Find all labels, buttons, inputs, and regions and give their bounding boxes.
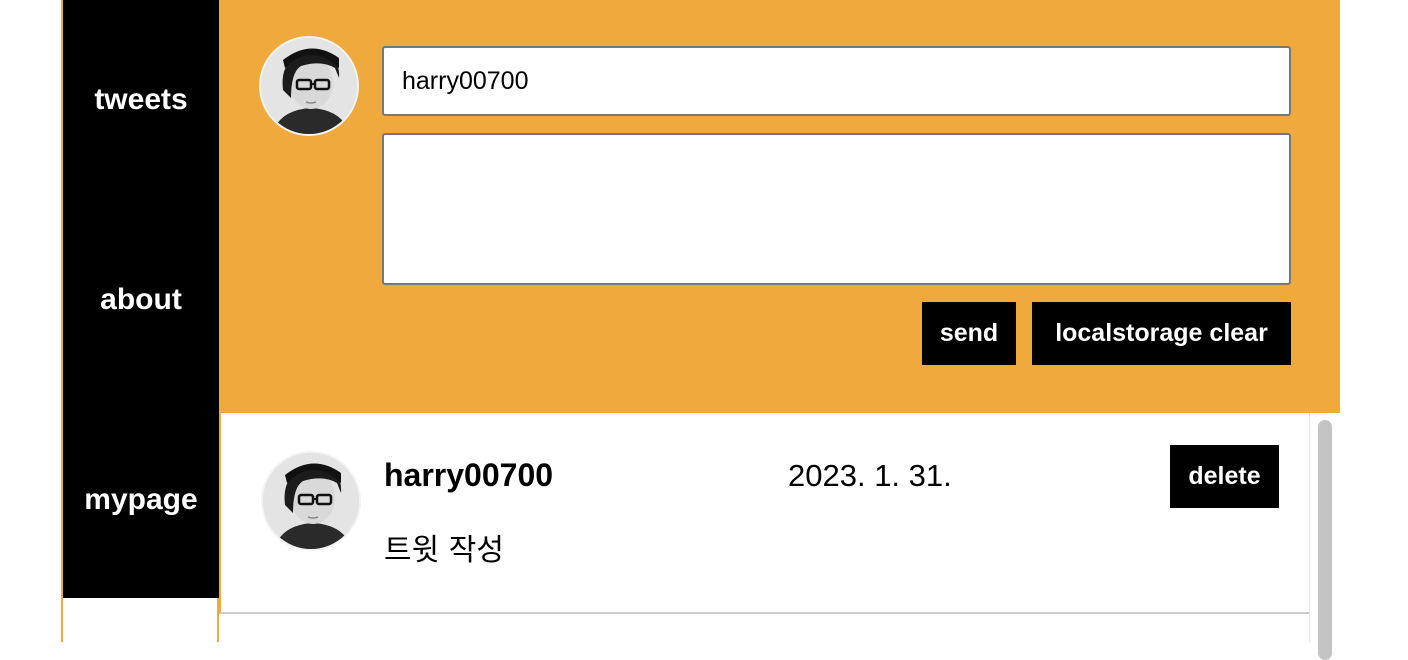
nav-item-about[interactable]: about	[63, 200, 219, 400]
user-avatar	[259, 36, 359, 136]
tweet-avatar	[261, 451, 361, 551]
tweet-feed[interactable]: harry00700 2023. 1. 31. 트윗 작성 delete	[219, 413, 1340, 660]
nav-item-tweets[interactable]: tweets	[63, 0, 219, 200]
localstorage-clear-button[interactable]: localstorage clear	[1032, 302, 1291, 365]
tweet-username: harry00700	[384, 457, 554, 493]
compose-panel: send localstorage clear	[219, 0, 1340, 413]
avatar-portrait-icon	[261, 38, 357, 134]
delete-button[interactable]: delete	[1170, 445, 1279, 508]
avatar-portrait-icon	[263, 453, 359, 549]
tweet-item: harry00700 2023. 1. 31. 트윗 작성 delete	[219, 413, 1309, 614]
nav-item-mypage[interactable]: mypage	[63, 400, 219, 600]
send-button[interactable]: send	[922, 302, 1016, 365]
username-input[interactable]	[382, 46, 1291, 116]
scrollbar-thumb[interactable]	[1318, 420, 1332, 660]
sidebar-spacer	[63, 598, 219, 642]
app-container: tweets about mypage send localstorage cl…	[61, 0, 1340, 660]
tweet-text: 트윗 작성	[384, 533, 504, 568]
tweet-body-textarea[interactable]	[382, 133, 1291, 285]
sidebar-nav: tweets about mypage	[63, 0, 219, 598]
feed-scrollbar[interactable]	[1309, 413, 1340, 660]
tweet-date: 2023. 1. 31.	[788, 458, 952, 493]
